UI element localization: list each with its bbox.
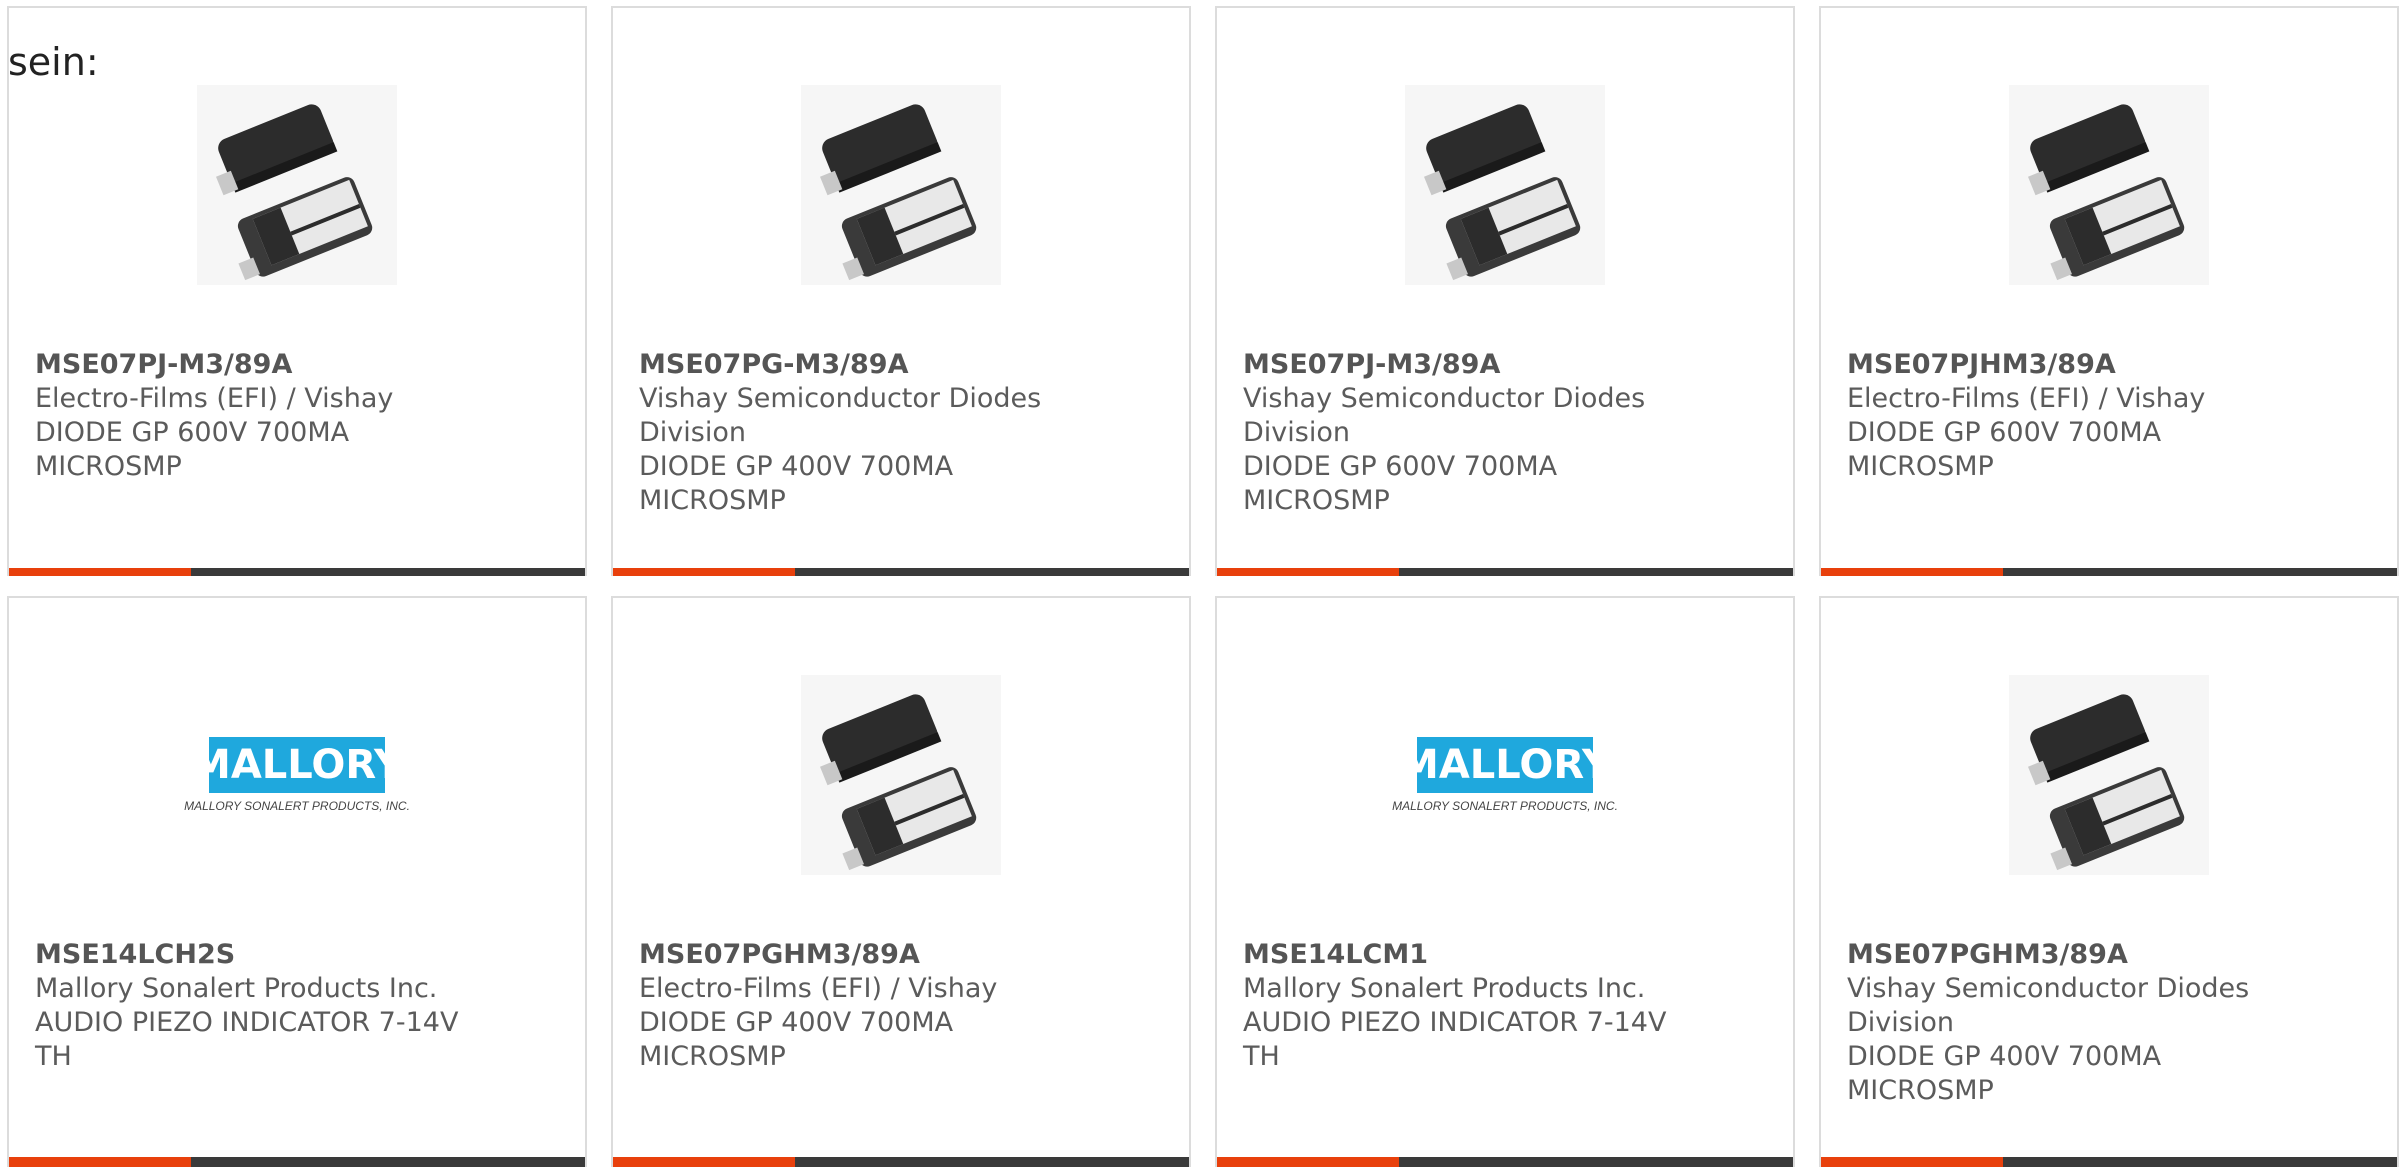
description: AUDIO PIEZO INDICATOR 7-14V TH	[1243, 1007, 1667, 1072]
diode-icon	[2009, 85, 2209, 285]
card-accent-bar	[9, 568, 191, 576]
part-number-link[interactable]: MSE07PJHM3/89A	[1847, 348, 2377, 382]
product-info: MSE07PG-M3/89A Vishay Semiconductor Diod…	[639, 348, 1169, 518]
product-info: MSE07PJHM3/89A Electro-Films (EFI) / Vis…	[1847, 348, 2377, 484]
manufacturer: Vishay Semiconductor Diodes Division	[1847, 973, 2250, 1038]
product-card[interactable]: MSE07PG-M3/89A Vishay Semiconductor Diod…	[611, 6, 1191, 576]
product-info: MSE07PJ-M3/89A Vishay Semiconductor Diod…	[1243, 348, 1773, 518]
product-info: MSE07PGHM3/89A Vishay Semiconductor Diod…	[1847, 938, 2377, 1108]
mallory-logo: MALLORY MALLORY SONALERT PRODUCTS, INC.	[1392, 737, 1618, 813]
product-thumbnail[interactable]	[1217, 80, 1793, 290]
description: DIODE GP 400V 700MA MICROSMP	[639, 1007, 954, 1072]
part-number-link[interactable]: MSE07PGHM3/89A	[1847, 938, 2377, 972]
card-accent-bar	[613, 1157, 795, 1167]
product-thumbnail[interactable]: MALLORY MALLORY SONALERT PRODUCTS, INC.	[9, 670, 585, 880]
product-info: MSE07PJ-M3/89A Electro-Films (EFI) / Vis…	[35, 348, 565, 484]
card-accent-bar	[1217, 568, 1399, 576]
card-accent-bar	[1217, 1157, 1399, 1167]
manufacturer: Mallory Sonalert Products Inc.	[1243, 973, 1646, 1004]
product-thumbnail[interactable]	[1821, 670, 2397, 880]
part-number-link[interactable]: MSE07PGHM3/89A	[639, 938, 1169, 972]
part-number-link[interactable]: MSE07PJ-M3/89A	[35, 348, 565, 382]
description: DIODE GP 400V 700MA MICROSMP	[1847, 1041, 2162, 1106]
product-thumbnail[interactable]	[9, 80, 585, 290]
description: AUDIO PIEZO INDICATOR 7-14V TH	[35, 1007, 459, 1072]
card-accent-bar	[1821, 568, 2003, 576]
description: DIODE GP 400V 700MA MICROSMP	[639, 451, 954, 516]
manufacturer: Mallory Sonalert Products Inc.	[35, 973, 438, 1004]
logo-tagline: MALLORY SONALERT PRODUCTS, INC.	[1392, 799, 1618, 813]
description: DIODE GP 600V 700MA MICROSMP	[1243, 451, 1558, 516]
product-card[interactable]: MSE07PGHM3/89A Vishay Semiconductor Diod…	[1819, 596, 2399, 1167]
description: DIODE GP 600V 700MA MICROSMP	[35, 417, 350, 482]
logo-tagline: MALLORY SONALERT PRODUCTS, INC.	[184, 799, 410, 813]
manufacturer: Vishay Semiconductor Diodes Division	[1243, 383, 1646, 448]
product-card[interactable]: MSE07PJ-M3/89A Vishay Semiconductor Diod…	[1215, 6, 1795, 576]
card-accent-bar	[9, 1157, 191, 1167]
part-number-link[interactable]: MSE07PG-M3/89A	[639, 348, 1169, 382]
product-thumbnail[interactable]: MALLORY MALLORY SONALERT PRODUCTS, INC.	[1217, 670, 1793, 880]
diode-icon	[801, 675, 1001, 875]
diode-icon	[197, 85, 397, 285]
card-accent-bar	[613, 568, 795, 576]
product-card[interactable]: MALLORY MALLORY SONALERT PRODUCTS, INC. …	[1215, 596, 1795, 1167]
product-card[interactable]: MSE07PJHM3/89A Electro-Films (EFI) / Vis…	[1819, 6, 2399, 576]
diode-icon	[2009, 675, 2209, 875]
manufacturer: Electro-Films (EFI) / Vishay	[1847, 383, 2206, 414]
mallory-logo: MALLORY MALLORY SONALERT PRODUCTS, INC.	[184, 737, 410, 813]
manufacturer: Electro-Films (EFI) / Vishay	[639, 973, 998, 1004]
product-thumbnail[interactable]	[1821, 80, 2397, 290]
product-grid: MSE07PJ-M3/89A Electro-Films (EFI) / Vis…	[0, 0, 2400, 1167]
product-card[interactable]: MALLORY MALLORY SONALERT PRODUCTS, INC. …	[7, 596, 587, 1167]
intro-text: sein:	[8, 40, 99, 84]
part-number-link[interactable]: MSE07PJ-M3/89A	[1243, 348, 1773, 382]
card-accent-bar	[1821, 1157, 2003, 1167]
product-card[interactable]: MSE07PGHM3/89A Electro-Films (EFI) / Vis…	[611, 596, 1191, 1167]
part-number-link[interactable]: MSE14LCM1	[1243, 938, 1773, 972]
product-info: MSE14LCM1 Mallory Sonalert Products Inc.…	[1243, 938, 1773, 1074]
product-card[interactable]: MSE07PJ-M3/89A Electro-Films (EFI) / Vis…	[7, 6, 587, 576]
product-thumbnail[interactable]	[613, 80, 1189, 290]
manufacturer: Vishay Semiconductor Diodes Division	[639, 383, 1042, 448]
part-number-link[interactable]: MSE14LCH2S	[35, 938, 565, 972]
logo-brand: MALLORY	[191, 737, 403, 793]
diode-icon	[801, 85, 1001, 285]
manufacturer: Electro-Films (EFI) / Vishay	[35, 383, 394, 414]
product-info: MSE14LCH2S Mallory Sonalert Products Inc…	[35, 938, 565, 1074]
diode-icon	[1405, 85, 1605, 285]
product-info: MSE07PGHM3/89A Electro-Films (EFI) / Vis…	[639, 938, 1169, 1074]
logo-brand: MALLORY	[1399, 737, 1611, 793]
product-thumbnail[interactable]	[613, 670, 1189, 880]
description: DIODE GP 600V 700MA MICROSMP	[1847, 417, 2162, 482]
